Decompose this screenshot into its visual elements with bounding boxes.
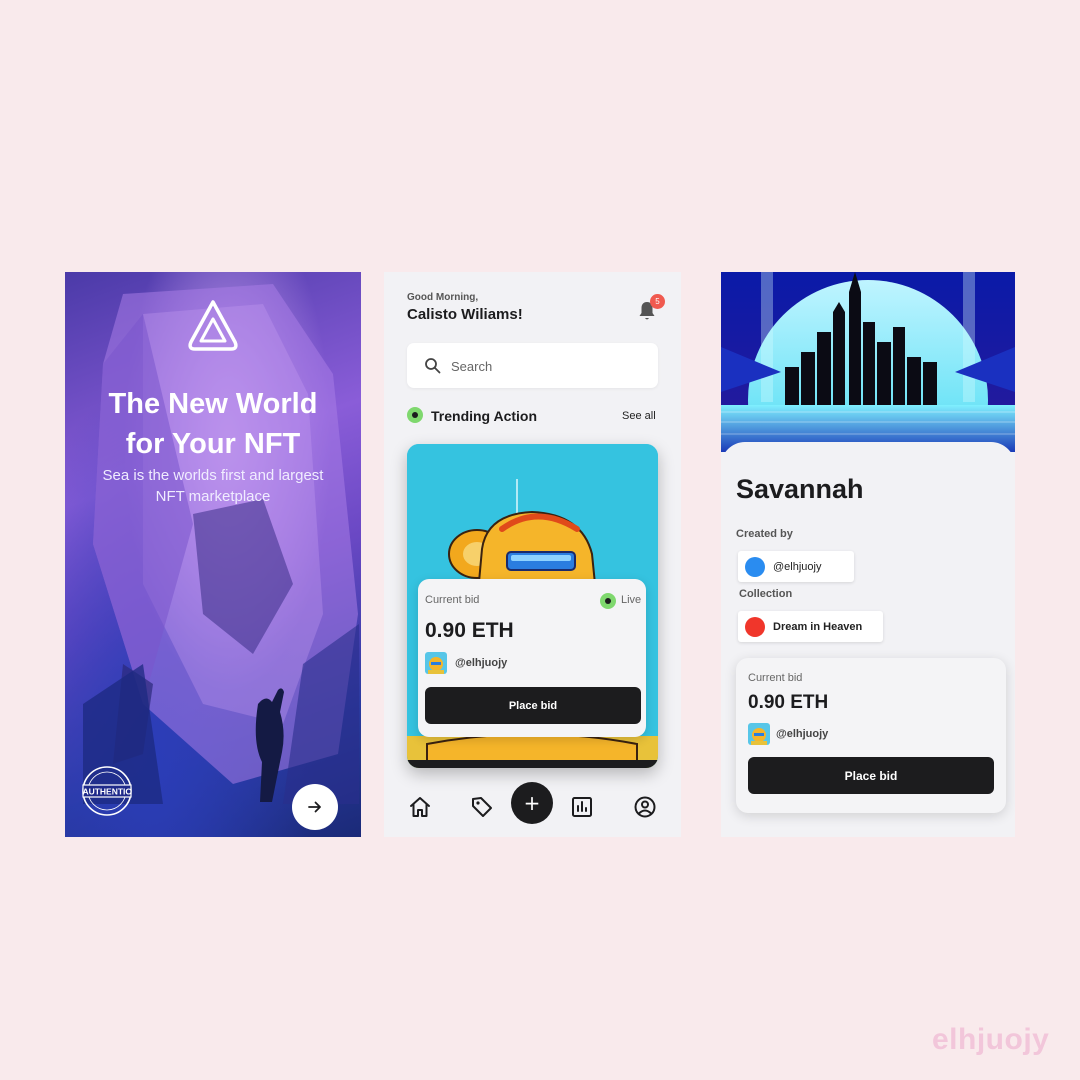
arrow-right-icon: [308, 801, 321, 813]
greeting-text: Good Morning,: [407, 292, 479, 303]
onboarding-subtitle: Sea is the worlds first and largest NFT …: [65, 465, 361, 507]
see-all-link[interactable]: See all: [622, 410, 656, 422]
owner-handle: @elhjuojy: [455, 657, 508, 669]
search-bar[interactable]: [407, 343, 658, 390]
collection-name: Dream in Heaven: [773, 620, 863, 633]
live-status: Live: [621, 594, 642, 606]
home-icon[interactable]: [408, 795, 432, 819]
notification-badge: 5: [650, 294, 665, 309]
bid-value: 0.90 ETH: [425, 619, 514, 642]
title-line-1: The New World: [108, 388, 318, 420]
trending-indicator-icon: [407, 407, 423, 423]
bid-label: Current bid: [425, 594, 480, 606]
section-title: Trending Action: [431, 408, 538, 424]
live-indicator-icon: [600, 593, 616, 609]
badge-text: AUTHENTIC: [82, 787, 131, 797]
bid-panel: Current bid Live 0.90 ETH @elhjuojy Plac…: [418, 579, 646, 737]
home-screen: Good Morning, Calisto Wiliams! 5 Trendin…: [384, 272, 681, 837]
subtitle-line-2: NFT marketplace: [155, 488, 271, 505]
bid-label: Current bid: [748, 672, 803, 684]
ape-avatar-icon: [748, 723, 770, 745]
detail-screen: Savannah Created by @elhjuojy Collection…: [721, 272, 1015, 837]
bid-value: 0.90 ETH: [748, 692, 829, 713]
collection-chip[interactable]: Dream in Heaven: [738, 611, 883, 642]
nft-title: Savannah: [736, 474, 864, 504]
subtitle-line-1: Sea is the worlds first and largest: [102, 467, 324, 484]
search-input[interactable]: [449, 343, 648, 390]
ape-avatar-icon: [425, 652, 447, 674]
collection-label: Collection: [739, 588, 793, 600]
creator-handle: @elhjuojy: [773, 560, 822, 573]
tag-icon[interactable]: [470, 795, 494, 819]
app-logo-icon: [188, 300, 238, 351]
creator-chip[interactable]: @elhjuojy: [738, 551, 854, 582]
search-icon: [425, 358, 441, 374]
place-bid-button[interactable]: Place bid: [425, 687, 641, 724]
onboarding-title: The New World for Your NFT: [65, 384, 361, 464]
crystal-artwork: [83, 284, 359, 804]
title-line-2: for Your NFT: [125, 428, 301, 460]
owner-handle: @elhjuojy: [776, 728, 829, 740]
created-by-label: Created by: [736, 528, 793, 540]
onboarding-screen: The New World for Your NFT Sea is the wo…: [65, 272, 361, 837]
city-artwork: [721, 272, 1015, 452]
create-button[interactable]: +: [511, 782, 553, 824]
watermark-text: elhjuojy: [932, 1023, 1050, 1056]
user-name: Calisto Wiliams!: [407, 306, 523, 323]
bid-panel: Current bid 0.90 ETH @elhjuojy Place bid: [736, 658, 1006, 813]
place-bid-button[interactable]: Place bid: [748, 757, 994, 794]
chart-icon[interactable]: [570, 795, 594, 819]
bottom-nav: +: [384, 772, 681, 837]
collection-avatar-icon: [745, 616, 765, 637]
authentic-badge-icon: AUTHENTIC: [82, 766, 132, 816]
next-button[interactable]: [292, 784, 338, 830]
creator-avatar-icon: [745, 556, 765, 577]
profile-icon[interactable]: [633, 795, 657, 819]
